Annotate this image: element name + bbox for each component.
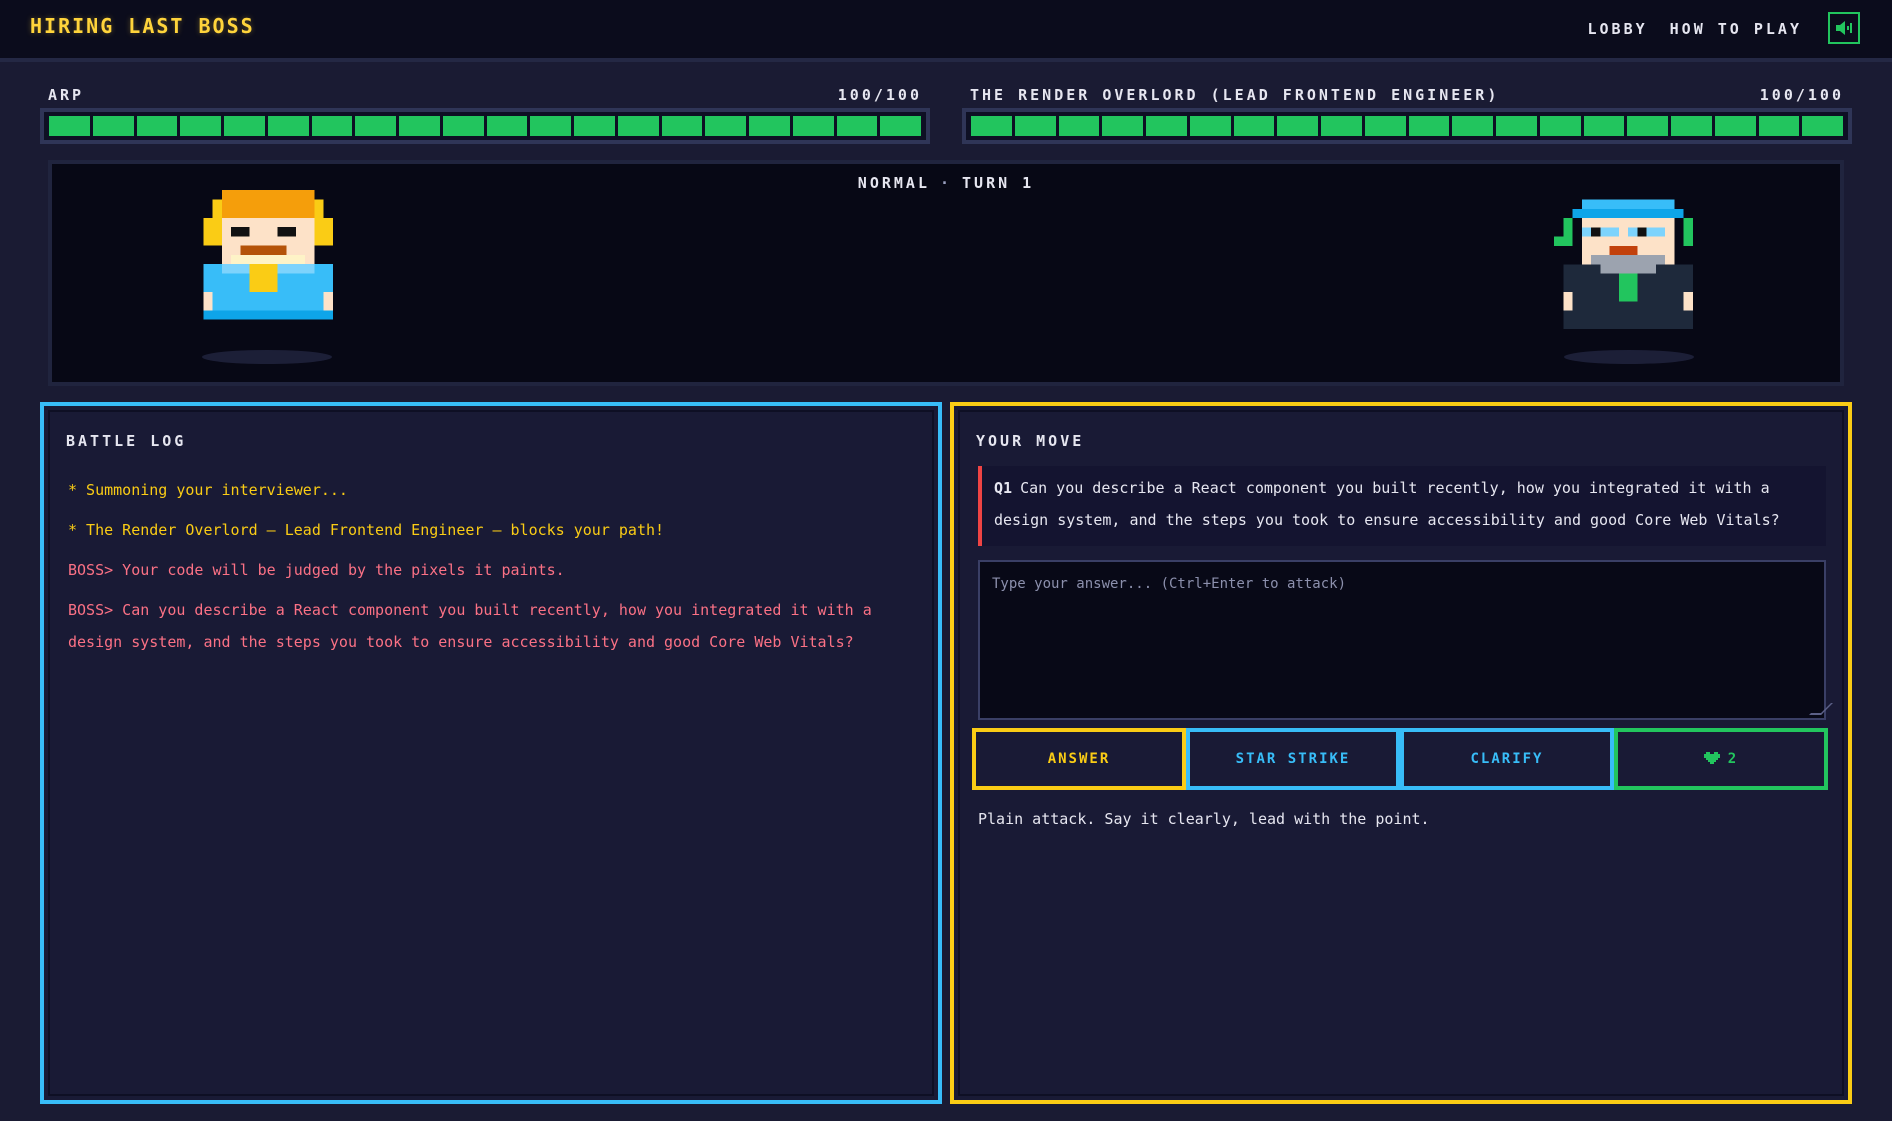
question-number: Q1 — [994, 479, 1013, 497]
battle-log-title: BATTLE LOG — [66, 432, 187, 450]
hp-segment — [1233, 116, 1275, 136]
hp-segment — [749, 116, 790, 136]
hp-segment — [224, 116, 265, 136]
status-separator: · — [939, 174, 953, 192]
hp-segment — [180, 116, 221, 136]
boss-sprite — [1554, 199, 1693, 330]
hp-segment — [136, 116, 178, 136]
hp-segment — [836, 116, 878, 136]
hp-segment — [1539, 116, 1581, 136]
hp-segment — [1146, 116, 1187, 136]
hp-segment — [1496, 116, 1537, 136]
log-entry: BOSS> Can you describe a React component… — [68, 601, 872, 651]
hp-segment — [399, 116, 440, 136]
heal-count: 2 — [1727, 751, 1739, 767]
hp-segment — [1321, 116, 1362, 136]
boss-name: THE RENDER OVERLORD (LEAD FRONTEND ENGIN… — [970, 86, 1500, 104]
log-entry: * The Render Overlord – Lead Frontend En… — [68, 521, 665, 539]
your-move-panel: YOUR MOVE Q1 Can you describe a React com… — [950, 402, 1852, 1104]
log-entry: * Summoning your interviewer... — [68, 481, 348, 499]
answer-placeholder: Type your answer... (Ctrl+Enter to attac… — [992, 576, 1347, 592]
battle-log-panel: BATTLE LOG * Summoning your interviewer.… — [40, 402, 942, 1104]
hp-segment — [267, 116, 309, 136]
player-hp: ARP 100/100 — [40, 86, 930, 144]
hp-segment — [355, 116, 396, 136]
hp-segment — [1802, 116, 1843, 136]
answer-button[interactable]: ANSWER — [972, 728, 1186, 790]
log-entry: BOSS> Your code will be judged by the pi… — [68, 561, 565, 579]
hp-segment — [1408, 116, 1450, 136]
player-hp-text: 100/100 — [837, 86, 922, 104]
hp-segment — [661, 116, 703, 136]
hp-segment — [1102, 116, 1143, 136]
heal-button[interactable]: 2 — [1614, 728, 1828, 790]
hp-segment — [1758, 116, 1800, 136]
action-buttons: ANSWER STAR STRIKE CLARIFY 2 — [972, 728, 1828, 790]
player-hp-bar — [40, 108, 930, 144]
turn-label: TURN 1 — [962, 174, 1035, 192]
boss-hp-bar — [962, 108, 1852, 144]
hp-segment — [705, 116, 746, 136]
your-move-title: YOUR MOVE — [976, 432, 1085, 450]
hp-segment — [574, 116, 615, 136]
player-name: ARP — [48, 86, 85, 104]
hp-segment — [49, 116, 90, 136]
hp-segment — [1714, 116, 1756, 136]
battle-log-list: * Summoning your interviewer... * The Re… — [68, 474, 908, 666]
hp-segment — [530, 116, 571, 136]
boss-shadow — [1564, 350, 1694, 364]
hp-segment — [1583, 116, 1625, 136]
nav-how-to-play[interactable]: HOW TO PLAY — [1670, 20, 1802, 38]
hp-segment — [486, 116, 528, 136]
question-card: Q1 Can you describe a React component you… — [978, 466, 1826, 546]
app-title: HIRING LAST BOSS — [30, 14, 255, 38]
question-text: Can you describe a React component you b… — [994, 479, 1780, 529]
hp-segment — [311, 116, 353, 136]
speaker-icon — [1836, 21, 1852, 35]
top-bar: HIRING LAST BOSS LOBBY HOW TO PLAY — [0, 0, 1892, 62]
clarify-button[interactable]: CLARIFY — [1400, 728, 1614, 790]
hp-segment — [971, 116, 1012, 136]
hp-segment — [1277, 116, 1318, 136]
boss-hp-text: 100/100 — [1759, 86, 1844, 104]
battle-arena: NORMAL · TURN 1 — [48, 160, 1844, 386]
move-hint: Plain attack. Say it clearly, lead with … — [978, 810, 1430, 828]
top-nav: LOBBY HOW TO PLAY — [1588, 20, 1803, 38]
hp-segment — [1189, 116, 1231, 136]
nav-lobby[interactable]: LOBBY — [1588, 20, 1648, 38]
hp-segment — [617, 116, 659, 136]
answer-input[interactable]: Type your answer... (Ctrl+Enter to attac… — [978, 560, 1833, 720]
heart-icon — [1703, 752, 1720, 764]
player-shadow — [202, 350, 332, 364]
hp-segment — [1627, 116, 1668, 136]
hp-segment — [1014, 116, 1056, 136]
boss-hp: THE RENDER OVERLORD (LEAD FRONTEND ENGIN… — [962, 86, 1852, 144]
hp-segment — [1671, 116, 1712, 136]
hp-segment — [792, 116, 834, 136]
hp-segment — [880, 116, 921, 136]
hp-segment — [1452, 116, 1493, 136]
hp-segment — [442, 116, 484, 136]
hp-segment — [1058, 116, 1100, 136]
player-sprite — [203, 190, 333, 320]
hp-segment — [92, 116, 134, 136]
hp-segment — [1364, 116, 1406, 136]
difficulty-label: NORMAL — [857, 174, 930, 192]
star-strike-button[interactable]: STAR STRIKE — [1186, 728, 1400, 790]
sound-toggle-button[interactable] — [1828, 12, 1860, 44]
